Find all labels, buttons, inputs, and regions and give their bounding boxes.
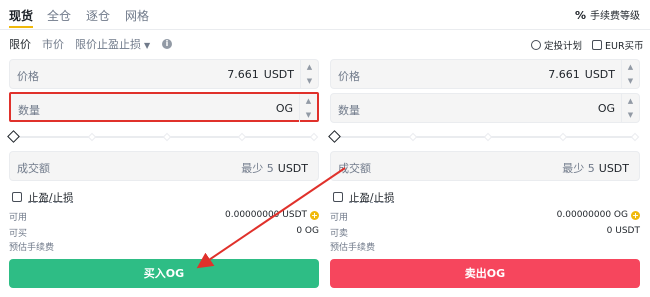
buy-amount-unit: OG	[275, 102, 293, 115]
chevron-up-icon[interactable]: ▲	[622, 94, 639, 108]
slider-tick-50[interactable]	[483, 132, 493, 142]
buy-fee-row: 预估手续费	[9, 240, 319, 253]
sell-total-field[interactable]: 成交额 最少 5 USDT	[330, 151, 640, 181]
sell-available-row: 可用 0.00000000 OG +	[330, 210, 640, 223]
buy-max-label: 可买	[9, 229, 28, 239]
buy-available-row: 可用 0.00000000 USDT +	[9, 210, 319, 223]
slider-tick-25[interactable]	[408, 132, 418, 142]
slider-tick-50[interactable]	[162, 132, 172, 142]
add-funds-icon[interactable]: +	[310, 211, 319, 220]
sell-fee-row: 预估手续费	[330, 240, 640, 253]
chevron-down-icon[interactable]: ▼	[622, 74, 639, 88]
slider-thumb[interactable]	[328, 130, 341, 143]
buy-price-stepper[interactable]: ▲ ▼	[300, 60, 318, 88]
sell-max-label: 可卖	[330, 229, 349, 239]
buy-amount-stepper[interactable]: ▲ ▼	[299, 94, 317, 122]
buy-total-label: 成交额	[17, 162, 50, 175]
chevron-down-icon[interactable]: ▼	[301, 74, 318, 88]
buy-amount-field[interactable]: 数量 OG ▲ ▼	[9, 92, 319, 122]
buy-tpsl-toggle[interactable]: 止盈/止损	[12, 190, 74, 205]
checkbox-icon[interactable]	[333, 192, 343, 202]
slider-thumb[interactable]	[7, 130, 20, 143]
sell-tpsl-toggle[interactable]: 止盈/止损	[333, 190, 395, 205]
buy-price-label: 价格	[17, 70, 39, 83]
sell-available-label: 可用	[330, 213, 349, 223]
add-funds-icon[interactable]: +	[631, 211, 640, 220]
chevron-up-icon[interactable]: ▲	[300, 94, 317, 108]
sell-price-field[interactable]: 价格 7.661 USDT ▲ ▼	[330, 59, 640, 89]
chevron-down-icon[interactable]: ▼	[622, 108, 639, 122]
buy-available-label: 可用	[9, 213, 28, 223]
sell-price-stepper[interactable]: ▲ ▼	[621, 60, 639, 88]
sell-amount-unit: OG	[597, 102, 615, 115]
buy-available-value: 0.00000000 USDT +	[225, 210, 319, 220]
sell-available-value: 0.00000000 OG +	[556, 210, 640, 220]
buy-tpsl-label: 止盈/止损	[28, 192, 74, 204]
sell-amount-stepper[interactable]: ▲ ▼	[621, 94, 639, 122]
sell-amount-label: 数量	[338, 104, 360, 117]
sell-amount-field[interactable]: 数量 OG ▲ ▼	[330, 93, 640, 123]
buy-max-row: 可买 0 OG	[9, 226, 319, 239]
sell-panel: 价格 7.661 USDT ▲ ▼ 数量 OG ▲ ▼ 成交额 最少 5 USDT 止盈…	[328, 0, 640, 297]
sell-amount-slider[interactable]	[328, 130, 640, 143]
sell-button[interactable]: 卖出OG	[330, 259, 640, 288]
buy-total-hint: 最少 5 USDT	[241, 162, 308, 175]
slider-tick-75[interactable]	[558, 132, 568, 142]
sell-total-hint: 最少 5 USDT	[562, 162, 629, 175]
buy-button[interactable]: 买入OG	[9, 259, 319, 288]
sell-price-label: 价格	[338, 70, 360, 83]
sell-price-value: 7.661 USDT	[548, 68, 615, 81]
buy-fee-label: 预估手续费	[9, 243, 55, 253]
sell-max-value: 0 USDT	[606, 226, 640, 236]
buy-price-value: 7.661 USDT	[227, 68, 294, 81]
buy-amount-label: 数量	[18, 104, 40, 117]
slider-tick-100[interactable]	[630, 132, 640, 142]
chevron-up-icon[interactable]: ▲	[301, 60, 318, 74]
sell-tpsl-label: 止盈/止损	[349, 192, 395, 204]
sell-fee-label: 预估手续费	[330, 243, 376, 253]
checkbox-icon[interactable]	[12, 192, 22, 202]
sell-total-label: 成交额	[338, 162, 371, 175]
buy-total-field[interactable]: 成交额 最少 5 USDT	[9, 151, 319, 181]
buy-panel: 价格 7.661 USDT ▲ ▼ 数量 OG ▲ ▼ 成交额 最少 5 USDT 止盈…	[7, 0, 319, 297]
slider-tick-75[interactable]	[237, 132, 247, 142]
buy-price-field[interactable]: 价格 7.661 USDT ▲ ▼	[9, 59, 319, 89]
slider-tick-100[interactable]	[309, 132, 319, 142]
chevron-up-icon[interactable]: ▲	[622, 60, 639, 74]
buy-max-value: 0 OG	[296, 226, 319, 236]
chevron-down-icon[interactable]: ▼	[300, 108, 317, 122]
buy-amount-slider[interactable]	[7, 130, 319, 143]
sell-max-row: 可卖 0 USDT	[330, 226, 640, 239]
slider-tick-25[interactable]	[87, 132, 97, 142]
